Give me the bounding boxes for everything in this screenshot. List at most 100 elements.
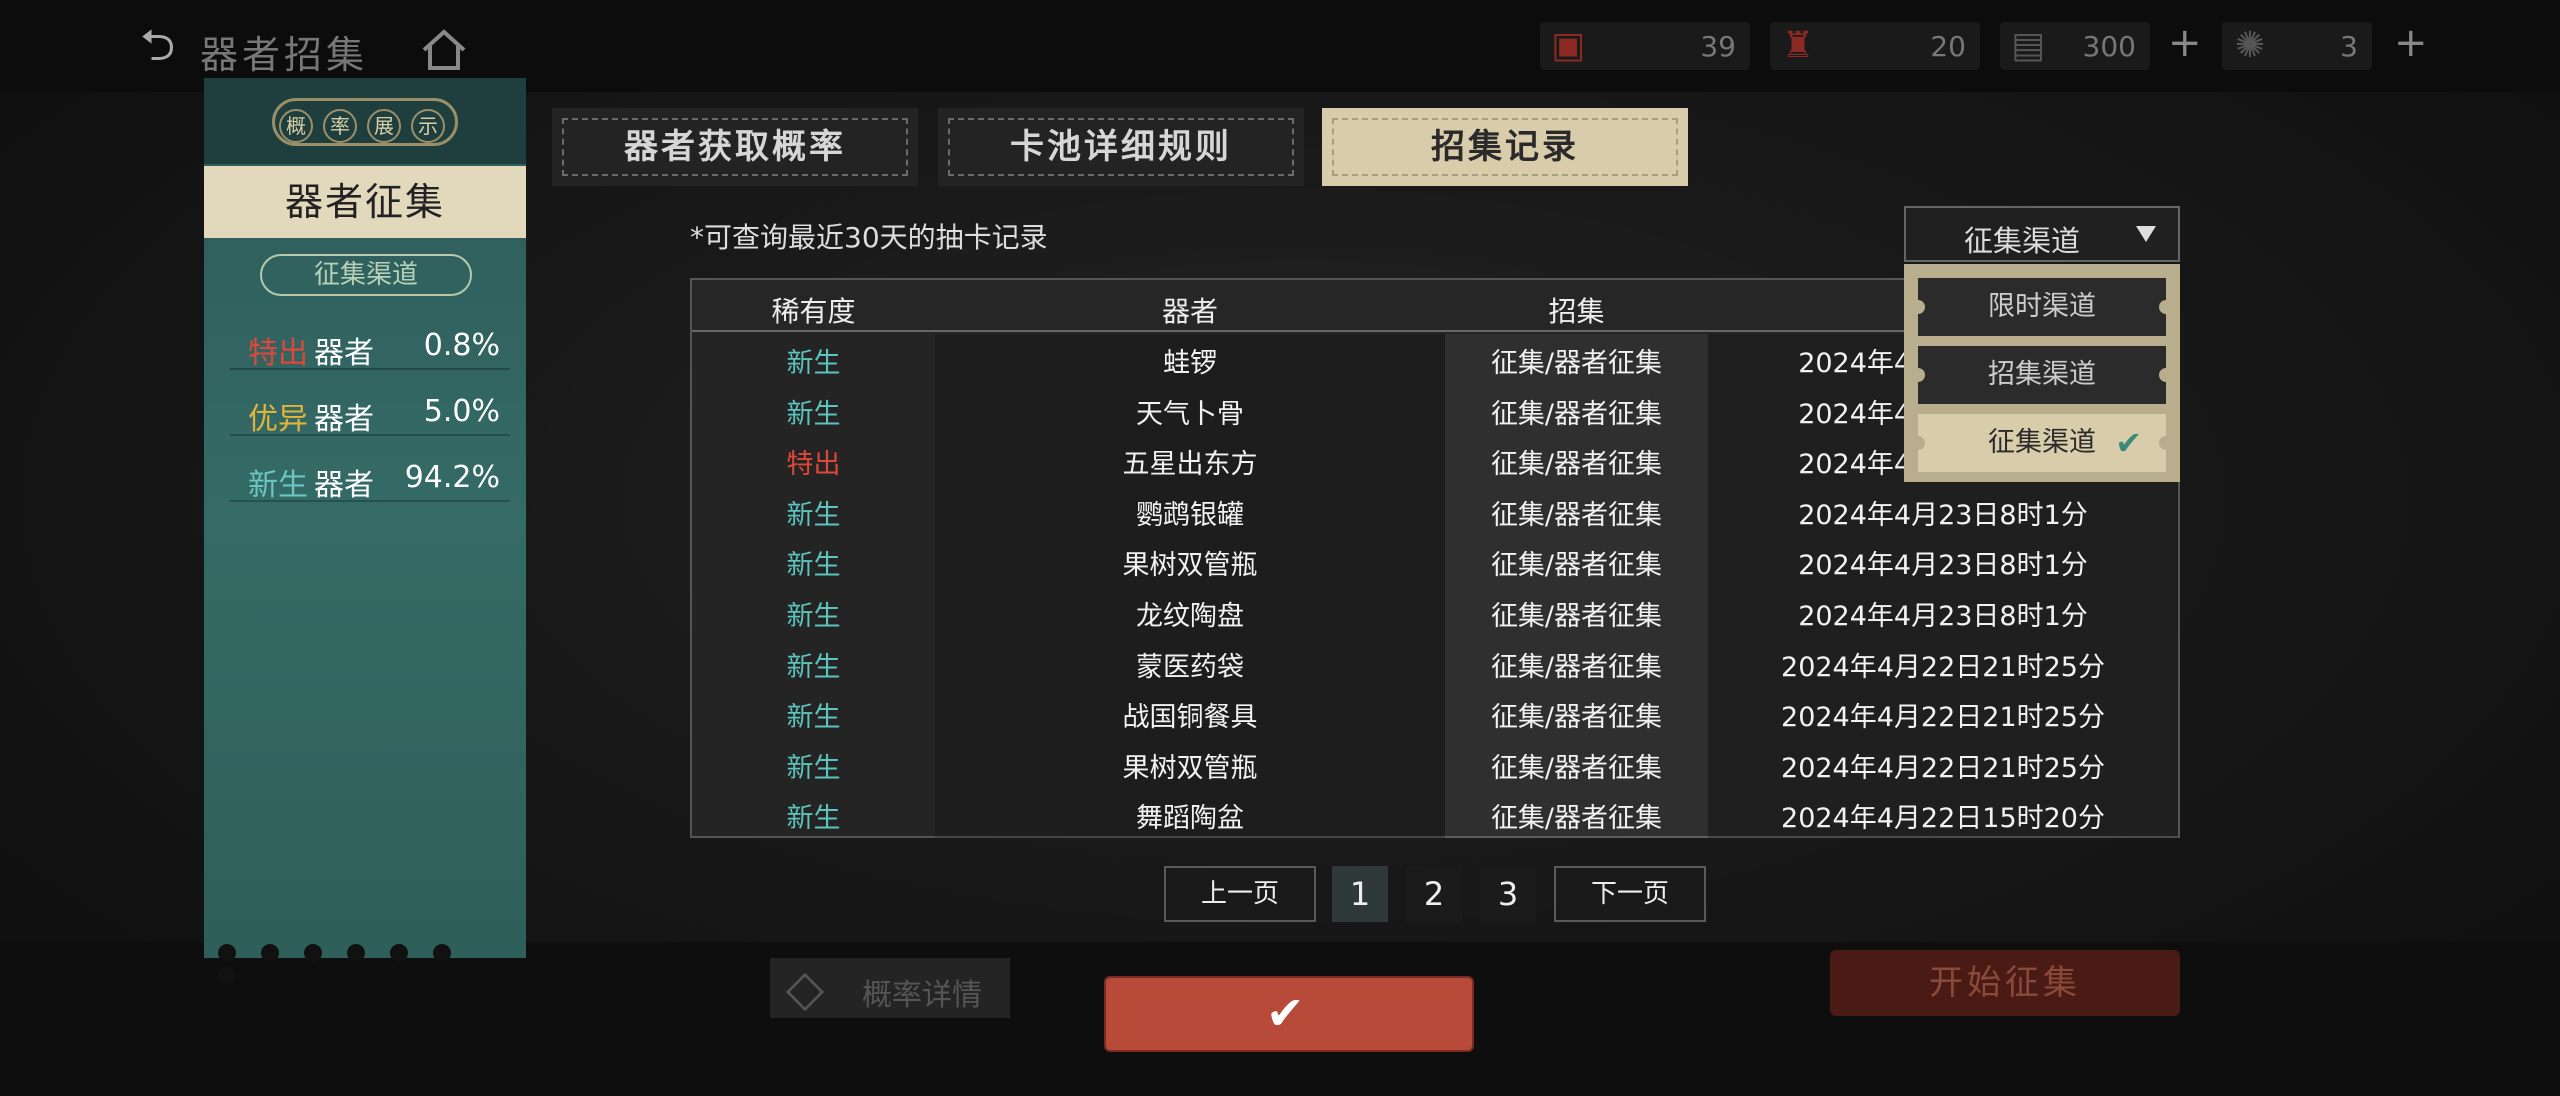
ticket-icon: ▣ [1550,25,1585,66]
check-icon: ✔ [1266,986,1305,1040]
rate-row: 新生 器者 94.2% [230,454,510,503]
header-item: 器者 [1161,295,1218,328]
coin-icon: ▤ [2010,25,2045,66]
cell-source: 征集/器者征集 [1490,348,1663,379]
tab-probability[interactable]: 器者获取概率 [552,108,918,186]
cell-source: 征集/器者征集 [1490,398,1663,430]
cell-source: 征集/器者征集 [1490,702,1663,734]
cell-rarity: 新生 [786,348,841,379]
resource-token: ✺ 3 [2222,22,2372,70]
table-row: 新生 舞蹈陶盆 征集/器者征集 2024年4月22日15时20分 [692,787,2178,838]
rate-percent: 5.0% [423,394,500,429]
cell-item: 蒙医药袋 [1136,651,1244,683]
start-recruit-button[interactable]: 开始征集 [1830,950,2180,1016]
cell-time: 2024年4月23日8时1分 [1798,550,2088,582]
cell-rarity: 新生 [786,550,841,582]
channel-dropdown[interactable]: 征集渠道 [1904,206,2180,262]
badge-char: 率 [323,109,357,143]
cell-item: 蛙锣 [1163,348,1217,379]
cell-item: 天气卜骨 [1136,398,1244,430]
cell-source: 征集/器者征集 [1490,449,1663,481]
home-icon[interactable] [420,28,468,72]
rate-row: 优异 器者 5.0% [230,388,510,437]
header-source: 招集 [1548,295,1605,328]
cell-time: 2024年4月22日21时25分 [1781,651,2105,683]
page-1-button[interactable]: 1 [1332,866,1388,922]
tab-label: 器者获取概率 [562,118,908,176]
page-3-button[interactable]: 3 [1480,866,1536,922]
cell-source: 征集/器者征集 [1490,550,1663,582]
channel-label: 征集渠道 [260,254,472,296]
table-row: 新生 果树双管瓶 征集/器者征集 2024年4月23日8时1分 [692,534,2178,585]
cell-time: 2024年4月22日21时25分 [1781,752,2105,784]
cell-item: 龙纹陶盘 [1136,601,1244,632]
cell-rarity: 新生 [786,752,841,784]
cell-item: 五星出东方 [1122,449,1258,481]
cell-source: 征集/器者征集 [1490,601,1663,632]
resource-lantern: ♜ 20 [1770,22,1980,70]
tab-records[interactable]: 招集记录 [1322,108,1688,186]
cell-time: 2024年4月23日8时1分 [1798,601,2088,632]
pool-sidebar: 概 率 展 示 器者征集 征集渠道 特出 器者 0.8% 优异 器者 5.0% … [204,78,526,984]
rate-noun: 器者 [314,402,374,437]
option-label: 限时渠道 [1988,291,2096,322]
cell-item: 果树双管瓶 [1122,550,1258,582]
dropdown-menu: 限时渠道 招集渠道 征集渠道 ✔ [1904,264,2180,482]
cell-item: 果树双管瓶 [1122,752,1258,784]
pool-name: 器者征集 [204,166,526,238]
table-row: 新生 龙纹陶盘 征集/器者征集 2024年4月23日8时1分 [692,585,2178,636]
cell-rarity: 新生 [786,601,841,632]
rate-noun: 器者 [314,468,374,503]
rate-quality: 优异 [248,402,308,437]
table-row: 新生 果树双管瓶 征集/器者征集 2024年4月22日21时25分 [692,737,2178,788]
resource-coin: ▤ 300 [2000,22,2150,70]
rate-detail-label: 概率详情 [862,978,982,1013]
dropdown-option-recruit[interactable]: 招集渠道 [1911,346,2173,404]
cell-time: 2024年4月23日8时1分 [1798,499,2088,531]
record-hint: *可查询最近30天的抽卡记录 [690,221,1048,254]
resource-ticket: ▣ 39 [1540,22,1750,70]
recruit-screen: ⮌ 器者招集 ▣ 39 ♜ 20 ▤ 300 + ✺ 3 + ◇ 概率详情 开始… [0,0,2560,1096]
lantern-icon: ♜ [1781,25,1815,66]
cell-rarity: 新生 [786,499,841,531]
prev-page-button[interactable]: 上一页 [1164,866,1316,922]
add-token-button[interactable]: + [2394,20,2428,66]
resource-value: 300 [2082,30,2136,63]
rate-noun: 器者 [314,336,374,371]
table-row: 新生 战国铜餐具 征集/器者征集 2024年4月22日21时25分 [692,686,2178,737]
warning-diamond-icon: ◇ [785,959,825,1017]
resource-value: 39 [1700,30,1736,63]
tab-label: 招集记录 [1332,118,1678,176]
rate-percent: 94.2% [404,460,500,495]
cell-rarity: 新生 [786,651,841,683]
table-row: 新生 蒙医药袋 征集/器者征集 2024年4月22日21时25分 [692,636,2178,687]
token-icon: ✺ [2234,25,2266,66]
probability-badge: 概 率 展 示 [272,98,458,146]
cell-source: 征集/器者征集 [1490,651,1663,683]
add-coin-button[interactable]: + [2168,20,2202,66]
cell-rarity: 新生 [786,803,841,835]
back-arrow-icon[interactable]: ⮌ [140,22,192,70]
cell-source: 征集/器者征集 [1490,803,1663,835]
cell-source: 征集/器者征集 [1490,499,1663,531]
page-title: 器者招集 [200,33,369,77]
check-icon: ✔ [2115,424,2142,462]
table-row: 新生 鹦鹉银罐 征集/器者征集 2024年4月23日8时1分 [692,484,2178,535]
dropdown-option-limited[interactable]: 限时渠道 [1911,278,2173,336]
dropdown-option-collect[interactable]: 征集渠道 ✔ [1911,414,2173,472]
cell-item: 战国铜餐具 [1122,702,1258,734]
resource-value: 3 [2340,30,2358,63]
page-2-button[interactable]: 2 [1406,866,1462,922]
cell-item: 舞蹈陶盆 [1136,803,1244,835]
rate-detail-button[interactable]: ◇ 概率详情 [770,958,1010,1018]
cell-item: 鹦鹉银罐 [1136,499,1244,531]
next-page-button[interactable]: 下一页 [1554,866,1706,922]
tab-label: 卡池详细规则 [948,118,1294,176]
tab-rules[interactable]: 卡池详细规则 [938,108,1304,186]
sidebar-header: 概 率 展 示 [204,78,526,164]
confirm-button[interactable]: ✔ [1104,976,1474,1052]
cell-rarity: 新生 [786,398,841,430]
header-rarity: 稀有度 [771,295,856,328]
cell-rarity: 特出 [786,449,841,481]
rate-quality: 特出 [248,336,308,371]
